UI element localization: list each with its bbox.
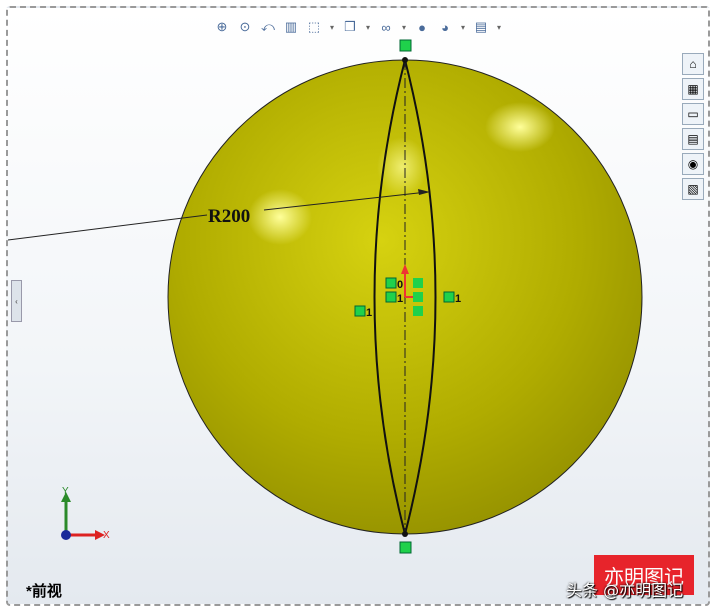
task-pane-tabs: ⌂ ▦ ▭ ▤ ◉ ▧ [682,53,704,200]
home-icon[interactable]: ⌂ [682,53,704,75]
radius-dimension[interactable]: R200 [208,206,250,227]
sketch-point[interactable] [402,57,408,63]
chevron-down-icon[interactable]: ▾ [400,18,408,36]
file-explorer-icon[interactable]: ▭ [682,103,704,125]
edit-appearance-icon[interactable]: ● [413,18,431,36]
relation-label: 1 [455,293,461,305]
apply-scene-icon[interactable]: ◕ [436,18,454,36]
triad-y-label: Y [62,486,69,497]
highlight [248,189,312,245]
graphics-area[interactable]: R200 0 1 1 1 Y X ⊕ ⊙ ⤺ ▥ ⬚ ▾ ❒ ▾ ∞ ▾ ● ◕ ▾ ▤ ▾ ⌂ ▦ ▭ ▤ ◉ ▧ … [6,6,710,606]
custom-properties-icon[interactable]: ▧ [682,178,704,200]
hide-show-items-icon[interactable]: ∞ [377,18,395,36]
relation-label: 1 [397,293,403,305]
zoom-to-area-icon[interactable]: ⊙ [236,18,254,36]
section-view-icon[interactable]: ▥ [282,18,300,36]
display-style-icon[interactable]: ❒ [341,18,359,36]
chevron-down-icon[interactable]: ▾ [495,18,503,36]
appearances-icon[interactable]: ◉ [682,153,704,175]
previous-view-icon[interactable]: ⤺ [259,18,277,36]
zoom-to-fit-icon[interactable]: ⊕ [213,18,231,36]
watermark: 头条 @亦明图记 [566,581,684,600]
reference-triad: Y X [61,486,110,541]
relation-label: 1 [366,307,372,319]
view-palette-icon[interactable]: ▤ [682,128,704,150]
model-viewport[interactable]: R200 0 1 1 1 Y X [8,8,708,604]
highlight [485,102,555,152]
chevron-down-icon[interactable]: ▾ [328,18,336,36]
relation-label: 0 [397,279,403,291]
chevron-down-icon[interactable]: ▾ [459,18,467,36]
chevron-down-icon[interactable]: ▾ [364,18,372,36]
triad-x-label: X [103,530,110,541]
feature-manager-toggle[interactable]: ‹ [11,280,22,322]
heads-up-view-toolbar: ⊕ ⊙ ⤺ ▥ ⬚ ▾ ❒ ▾ ∞ ▾ ● ◕ ▾ ▤ ▾ [213,18,503,36]
design-library-icon[interactable]: ▦ [682,78,704,100]
view-orientation-label: *前视 [26,583,62,600]
sketch-point[interactable] [402,531,408,537]
view-settings-icon[interactable]: ▤ [472,18,490,36]
view-orientation-icon[interactable]: ⬚ [305,18,323,36]
